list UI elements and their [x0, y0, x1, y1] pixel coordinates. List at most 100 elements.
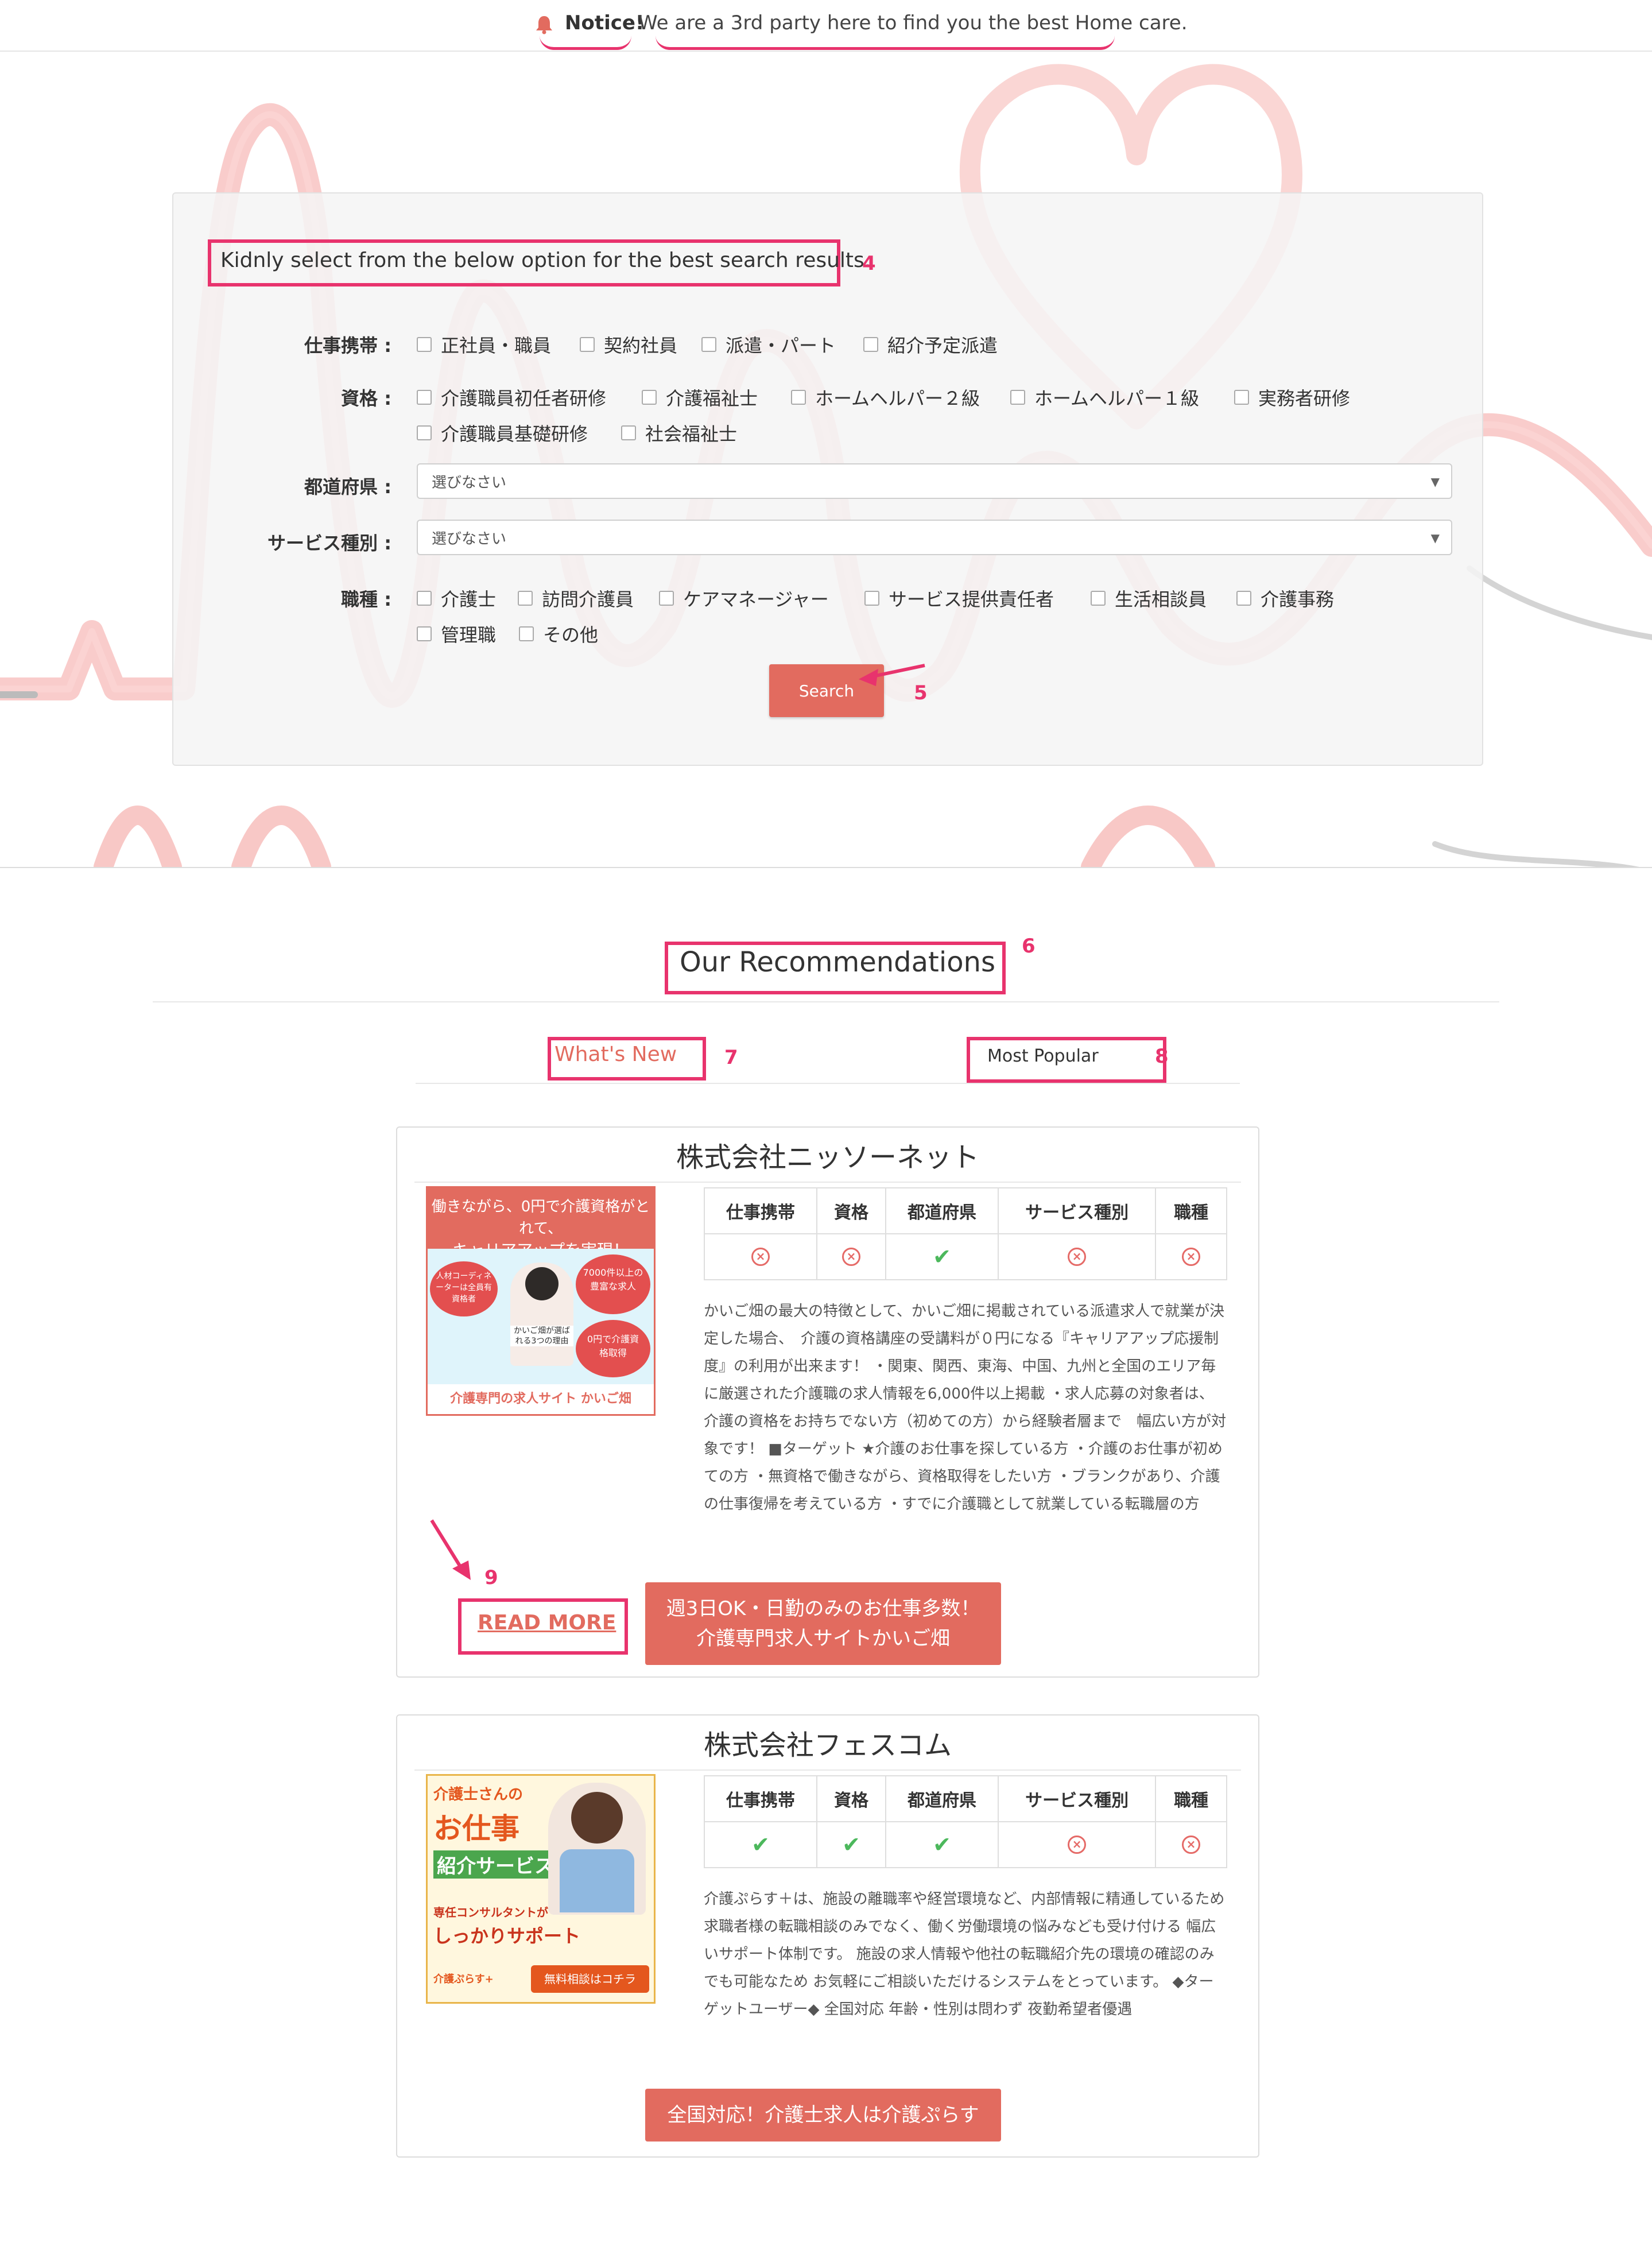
- qualification-option[interactable]: 介護職員基礎研修: [417, 420, 588, 446]
- company-name: 株式会社フェスコム: [703, 1729, 952, 1761]
- cross-icon: ×: [842, 1248, 860, 1266]
- person-photo: かいご畑が選ばれる3つの理由: [510, 1263, 573, 1366]
- table-header: 都道府県: [885, 1187, 999, 1234]
- annotation-underline-notice: [540, 36, 631, 50]
- checkbox[interactable]: [1236, 591, 1251, 606]
- job-type-label: 職種 :: [341, 588, 391, 610]
- employment-type-label: 仕事携帯 :: [304, 335, 391, 357]
- dropdown-caret-icon: ▼: [1430, 531, 1440, 545]
- kaigoplus-banner-image[interactable]: 介護士さんの お仕事 紹介サービス 専任コンサルタントが しっかりサポート 介護…: [426, 1774, 656, 2004]
- person-photo: [548, 1783, 646, 1915]
- table-header: 都道府県: [885, 1775, 999, 1822]
- table-row: ✔ ✔ ✔ × ×: [703, 1821, 1227, 1868]
- checkbox[interactable]: [864, 591, 879, 606]
- job-type-option[interactable]: ケアマネージャー: [659, 585, 829, 611]
- criteria-table: 仕事携帯 資格 都道府県 サービス種別 職種 ✔ ✔ ✔ × ×: [703, 1775, 1227, 1868]
- table-header: 職種: [1155, 1775, 1227, 1822]
- checkbox[interactable]: [642, 390, 657, 405]
- table-header: サービス種別: [998, 1187, 1157, 1234]
- qualification-option[interactable]: 社会福祉士: [621, 420, 737, 446]
- checkbox[interactable]: [701, 337, 716, 352]
- table-header: 資格: [816, 1775, 886, 1822]
- annotation-underline-text: [656, 36, 1115, 50]
- checkbox[interactable]: [863, 337, 878, 352]
- table-header: 資格: [816, 1187, 886, 1234]
- checkmark-icon: ✔: [933, 1832, 951, 1857]
- table-header: サービス種別: [998, 1775, 1157, 1822]
- notice-text: We are a 3rd party here to find you the …: [638, 11, 1188, 34]
- annotation-number: 6: [1022, 935, 1036, 958]
- recommendation-card: 株式会社ニッソーネット 働きながら、0円で介護資格がとれて、 キャリアアップを実…: [396, 1126, 1259, 1678]
- service-type-select[interactable]: 選びなさい ▼: [417, 520, 1452, 555]
- read-more-link[interactable]: READ MORE: [478, 1611, 616, 1635]
- job-type-option[interactable]: 介護事務: [1236, 585, 1334, 611]
- checkbox[interactable]: [519, 626, 534, 641]
- checkbox[interactable]: [417, 390, 432, 405]
- job-type-option[interactable]: 生活相談員: [1091, 585, 1207, 611]
- cta-button-kaigoplus[interactable]: 全国対応！介護士求人は介護ぷらす: [645, 2089, 1001, 2142]
- table-row: × × ✔ × ×: [703, 1233, 1227, 1280]
- job-type-option[interactable]: サービス提供責任者: [864, 585, 1054, 611]
- table-header: 仕事携帯: [703, 1775, 818, 1822]
- checkbox[interactable]: [1234, 390, 1249, 405]
- tab-whats-new[interactable]: What's New: [554, 1043, 677, 1066]
- annotation-arrow-icon: [430, 1519, 471, 1580]
- checkbox[interactable]: [1091, 591, 1106, 606]
- qualification-label: 資格 :: [341, 388, 391, 409]
- speech-bubble: 人材コーディネーターは全員有資格者: [430, 1261, 498, 1316]
- checkbox[interactable]: [791, 390, 806, 405]
- prefecture-select[interactable]: 選びなさい ▼: [417, 463, 1452, 499]
- recommendations-title: Our Recommendations: [680, 946, 995, 978]
- checkbox[interactable]: [518, 591, 533, 606]
- cross-icon: ×: [1182, 1835, 1201, 1854]
- bell-icon: [536, 16, 552, 34]
- company-description: かいご畑の最大の特徴として、かいご畑に掲載されている派遣求人で就業が決定した場合…: [704, 1303, 1227, 1513]
- checkbox[interactable]: [1010, 390, 1025, 405]
- free-consult-badge: 無料相談はコチラ: [531, 1965, 649, 1993]
- hero-section: Kidnly select from the below option for …: [0, 52, 1652, 868]
- job-type-option[interactable]: その他: [519, 621, 598, 647]
- annotation-number: 7: [724, 1046, 738, 1069]
- cta-button-kaigobatake[interactable]: 週3日OK・日勤のみのお仕事多数！ 介護専門求人サイトかいご畑: [645, 1582, 1001, 1665]
- checkbox[interactable]: [621, 425, 636, 440]
- company-name: 株式会社ニッソーネット: [676, 1141, 979, 1174]
- cross-icon: ×: [1182, 1248, 1201, 1266]
- company-description: 介護ぷらす＋は、施設の離職率や経営環境など、内部情報に精通しているため 求職者様…: [704, 1891, 1225, 2018]
- tab-divider: [416, 1083, 1240, 1084]
- divider: [414, 1182, 1241, 1183]
- service-type-label: サービス種別 :: [267, 532, 391, 554]
- qualification-option[interactable]: ホームヘルパー２級: [791, 384, 980, 411]
- checkmark-icon: ✔: [751, 1832, 770, 1857]
- checkbox[interactable]: [417, 591, 432, 606]
- qualification-option[interactable]: ホームヘルパー１級: [1010, 384, 1199, 411]
- checkbox[interactable]: [417, 626, 432, 641]
- job-type-option[interactable]: 訪問介護員: [518, 585, 634, 611]
- qualification-option[interactable]: 介護福祉士: [642, 384, 758, 411]
- checkbox[interactable]: [580, 337, 595, 352]
- qualification-option[interactable]: 実務者研修: [1234, 384, 1350, 411]
- speech-bubble: 7000件以上の豊富な求人: [576, 1254, 650, 1314]
- checkbox[interactable]: [417, 337, 432, 352]
- divider: [414, 1769, 1241, 1771]
- qualification-option[interactable]: 介護職員初任者研修: [417, 384, 606, 411]
- divider: [153, 1001, 1499, 1002]
- criteria-table: 仕事携帯 資格 都道府県 サービス種別 職種 × × ✔ × ×: [703, 1187, 1227, 1280]
- tab-most-popular[interactable]: Most Popular: [987, 1046, 1099, 1066]
- cross-icon: ×: [1068, 1835, 1087, 1854]
- table-header: 職種: [1155, 1187, 1227, 1234]
- dropdown-caret-icon: ▼: [1430, 475, 1440, 489]
- prefecture-label: 都道府県 :: [304, 476, 391, 498]
- job-type-option[interactable]: 管理職: [417, 621, 496, 647]
- checkmark-icon: ✔: [933, 1244, 951, 1269]
- employment-option[interactable]: 派遣・パート: [701, 331, 836, 358]
- checkbox[interactable]: [417, 425, 432, 440]
- employment-option[interactable]: 紹介予定派遣: [863, 331, 998, 358]
- employment-option[interactable]: 正社員・職員: [417, 331, 551, 358]
- checkbox[interactable]: [659, 591, 674, 606]
- annotation-number: 9: [484, 1566, 498, 1589]
- cross-icon: ×: [751, 1248, 770, 1266]
- employment-option[interactable]: 契約社員: [580, 331, 677, 358]
- kaigobatake-banner-image[interactable]: 働きながら、0円で介護資格がとれて、 キャリアアップを実現！ 人材コーディネータ…: [426, 1186, 656, 1416]
- job-type-option[interactable]: 介護士: [417, 585, 496, 611]
- annotation-number: 4: [862, 252, 876, 275]
